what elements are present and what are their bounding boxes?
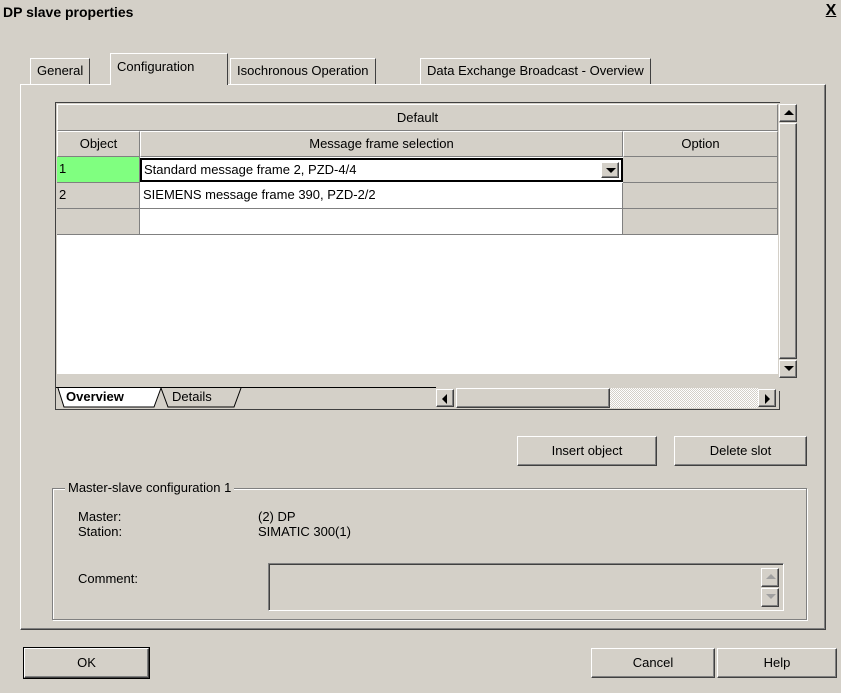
configuration-grid: Default Object Message frame selection O… <box>55 102 798 410</box>
arrow-down-icon <box>766 594 776 599</box>
row-2-object-cell[interactable]: 2 <box>57 183 140 209</box>
sheet-tabs: Overview Details <box>56 387 436 409</box>
scroll-right-button[interactable] <box>758 389 776 407</box>
grid-group-header: Default <box>57 104 778 131</box>
column-header-object[interactable]: Object <box>57 131 140 157</box>
scroll-down-button[interactable] <box>779 360 797 378</box>
window-title: DP slave properties <box>3 4 134 20</box>
master-slave-group-label: Master-slave configuration 1 <box>65 480 235 495</box>
arrow-down-icon <box>784 366 794 371</box>
row-2-message-frame-cell[interactable]: SIEMENS message frame 390, PZD-2/2 <box>140 183 623 209</box>
help-button[interactable]: Help <box>717 648 837 678</box>
sheet-tab-overview[interactable]: Overview <box>66 387 124 407</box>
station-value: SIMATIC 300(1) <box>258 524 351 539</box>
dropdown-button[interactable] <box>601 162 619 178</box>
title-bar: DP slave properties X <box>0 0 841 24</box>
vertical-scroll-thumb[interactable] <box>779 123 797 359</box>
arrow-up-icon <box>784 110 794 115</box>
cancel-button[interactable]: Cancel <box>591 648 715 678</box>
comment-field[interactable] <box>268 563 784 611</box>
scroll-left-button[interactable] <box>436 389 454 407</box>
arrow-left-icon <box>442 394 447 404</box>
horizontal-scroll-thumb[interactable] <box>456 388 610 408</box>
ok-button[interactable]: OK <box>23 647 150 679</box>
close-icon[interactable]: X <box>822 2 840 20</box>
horizontal-scrollbar[interactable] <box>436 388 778 408</box>
vertical-scrollbar[interactable] <box>778 103 798 391</box>
column-header-option[interactable]: Option <box>623 131 778 157</box>
sheet-tab-details[interactable]: Details <box>172 387 212 407</box>
insert-object-button[interactable]: Insert object <box>517 436 657 466</box>
message-frame-dropdown-value: Standard message frame 2, PZD-4/4 <box>144 162 357 177</box>
comment-label: Comment: <box>78 571 138 586</box>
chevron-down-icon <box>606 168 616 173</box>
row-3-message-frame-cell[interactable] <box>140 209 623 235</box>
column-header-message-frame[interactable]: Message frame selection <box>140 131 623 157</box>
master-value: (2) DP <box>258 509 296 524</box>
tab-general[interactable]: General <box>30 58 91 84</box>
station-label: Station: <box>78 524 123 539</box>
arrow-right-icon <box>765 394 770 404</box>
row-1-option-cell[interactable] <box>623 157 778 183</box>
scroll-up-button[interactable] <box>779 104 797 122</box>
arrow-up-icon <box>766 574 776 579</box>
master-label: Master: <box>78 509 122 524</box>
tab-isochronous-operation[interactable]: Isochronous Operation <box>230 58 376 84</box>
delete-slot-button[interactable]: Delete slot <box>674 436 807 466</box>
tab-configuration[interactable]: Configuration <box>110 53 228 85</box>
row-1-object-cell[interactable]: 1 <box>57 157 140 183</box>
tab-data-exchange-broadcast[interactable]: Data Exchange Broadcast - Overview <box>420 58 651 84</box>
comment-scroll-down-button[interactable] <box>761 588 779 607</box>
row-3-option-cell[interactable] <box>623 209 778 235</box>
row-2-option-cell[interactable] <box>623 183 778 209</box>
message-frame-dropdown[interactable]: Standard message frame 2, PZD-4/4 <box>140 158 623 182</box>
master-slave-groupbox: Master-slave configuration 1 Master: (2)… <box>52 480 807 620</box>
comment-scroll-up-button[interactable] <box>761 568 779 587</box>
row-3-object-cell[interactable] <box>57 209 140 235</box>
